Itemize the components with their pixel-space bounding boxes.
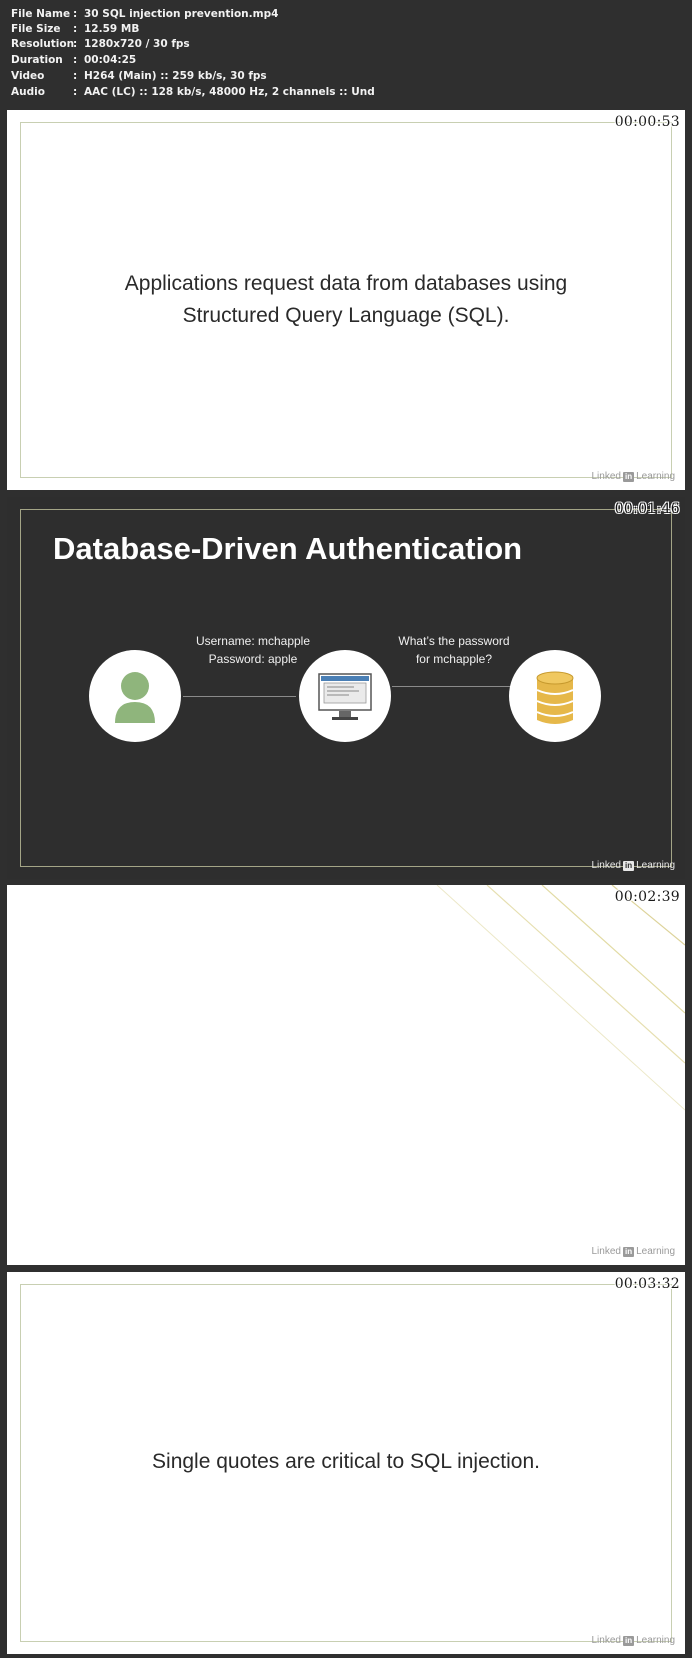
timestamp: 00:03:32: [614, 1276, 680, 1292]
credentials-label-line-1: Username: mchapple: [195, 634, 311, 648]
meta-value: 30 SQL injection prevention.mp4: [84, 8, 279, 20]
database-node: [509, 650, 601, 742]
video-frame-4: 00:03:32 Single quotes are critical to S…: [7, 1272, 685, 1654]
meta-key: File Size: [11, 23, 61, 35]
meta-colon: :: [73, 23, 78, 35]
decorative-lines: [436, 885, 685, 1111]
user-node: [89, 650, 181, 742]
meta-value: AAC (LC) :: 128 kb/s, 48000 Hz, 2 channe…: [84, 86, 375, 98]
linkedin-learning-watermark: Linked in Learning: [592, 1246, 676, 1257]
watermark-text: Learning: [636, 471, 675, 482]
video-frame-1: 00:00:53 Applications request data from …: [7, 110, 685, 490]
video-frame-2: 00:01:46 Database-Driven Authentication …: [7, 497, 685, 879]
computer-node: [299, 650, 391, 742]
watermark-text: Learning: [636, 1635, 675, 1646]
watermark-text: Learning: [636, 1246, 675, 1257]
meta-value: 00:04:25: [84, 54, 137, 66]
slide-title: Database-Driven Authentication: [53, 531, 523, 566]
watermark-text: Linked: [591, 1246, 621, 1257]
meta-colon: :: [73, 38, 78, 50]
watermark-text: Linked: [591, 860, 621, 871]
linkedin-logo-icon: in: [622, 860, 635, 871]
timestamp: 00:01:46: [614, 501, 680, 517]
meta-value: H264 (Main) :: 259 kb/s, 30 fps: [84, 70, 267, 82]
slide-text: Single quotes are critical to SQL inject…: [152, 1450, 540, 1473]
timestamp: 00:00:53: [614, 114, 680, 130]
linkedin-logo-icon: in: [622, 1635, 635, 1646]
watermark-text: Linked: [591, 471, 621, 482]
meta-key: Video: [11, 70, 45, 82]
meta-colon: :: [73, 86, 78, 98]
slide-text: Applications request data from databases…: [7, 268, 685, 332]
timestamp: 00:02:39: [614, 889, 680, 905]
meta-key: Duration: [11, 54, 63, 66]
linkedin-learning-watermark: Linked in Learning: [592, 860, 676, 871]
watermark-text: Learning: [636, 860, 675, 871]
meta-value: 12.59 MB: [84, 23, 140, 35]
meta-key: Audio: [11, 86, 45, 98]
meta-value: 1280x720 / 30 fps: [84, 38, 190, 50]
connector-line: [183, 696, 296, 697]
video-frame-3: 00:02:39 Linked in Learning: [7, 885, 685, 1265]
linkedin-learning-watermark: Linked in Learning: [592, 1635, 676, 1646]
slide-text-line-2: Structured Query Language (SQL).: [182, 304, 510, 327]
linkedin-learning-watermark: Linked in Learning: [592, 471, 676, 482]
meta-colon: :: [73, 8, 78, 20]
linkedin-logo-icon: in: [622, 1246, 635, 1257]
query-label-line-1: What’s the password: [398, 634, 510, 648]
meta-colon: :: [73, 54, 78, 66]
user-icon: [115, 672, 155, 723]
linkedin-logo-icon: in: [622, 471, 635, 482]
connector-line: [392, 686, 514, 687]
meta-key: File Name: [11, 8, 71, 20]
file-info-panel: File Name : 30 SQL injection prevention.…: [0, 0, 692, 106]
meta-colon: :: [73, 70, 78, 82]
computer-icon: [318, 673, 372, 720]
slide-text-line-1: Applications request data from databases…: [124, 272, 568, 295]
watermark-text: Linked: [591, 1635, 621, 1646]
database-icon: [536, 671, 574, 724]
meta-key: Resolution: [11, 38, 75, 50]
